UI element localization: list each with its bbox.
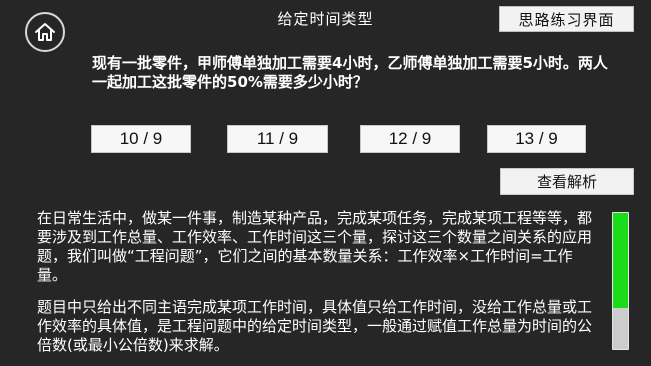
option-c-button[interactable]: 12 / 9: [360, 125, 460, 153]
explanation-paragraph: 题目中只给出不同主语完成某项工作时间，具体值只给工作时间，没给工作总量或工作效率…: [37, 298, 593, 354]
scrollbar-thumb[interactable]: [613, 213, 628, 309]
explanation-panel: 在日常生活中，做某一件事，制造某种产品，完成某项任务，完成某项工程等等，都要涉及…: [37, 209, 599, 364]
option-a-button[interactable]: 10 / 9: [91, 125, 191, 153]
practice-mode-button[interactable]: 思路练习界面: [499, 6, 634, 32]
view-analysis-button[interactable]: 查看解析: [500, 168, 634, 195]
option-d-button[interactable]: 13 / 9: [487, 125, 586, 153]
explanation-paragraph: 在日常生活中，做某一件事，制造某种产品，完成某项任务，完成某项工程等等，都要涉及…: [37, 209, 593, 284]
question-text: 现有一批零件，甲师傅单独加工需要4小时，乙师傅单独加工需要5小时。两人一起加工这…: [92, 54, 608, 91]
option-b-button[interactable]: 11 / 9: [227, 125, 328, 153]
scrollbar-track[interactable]: [612, 212, 629, 350]
